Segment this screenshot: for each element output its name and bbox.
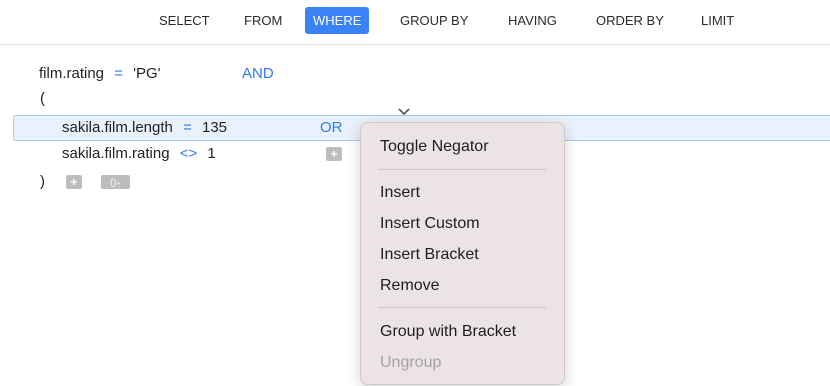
chevron-down-icon[interactable] [397, 107, 411, 117]
condition-field[interactable]: sakila.film.length [62, 119, 173, 136]
tab-where[interactable]: WHERE [305, 7, 370, 34]
add-bracket-button[interactable]: ()₊ [101, 175, 130, 189]
condition-row[interactable]: film.rating = 'PG' [39, 63, 161, 85]
tab-order-by[interactable]: ORDER BY [588, 7, 672, 34]
tab-from[interactable]: FROM [236, 7, 290, 34]
menu-item-insert-bracket[interactable]: Insert Bracket [380, 244, 479, 266]
tab-having[interactable]: HAVING [500, 7, 565, 34]
condition-field[interactable]: film.rating [39, 65, 104, 82]
close-bracket[interactable]: ) [40, 171, 45, 193]
condition-value[interactable]: 1 [207, 145, 215, 162]
menu-item-insert-custom[interactable]: Insert Custom [380, 213, 480, 235]
logic-operator-or[interactable]: OR [320, 117, 343, 139]
tab-limit[interactable]: LIMIT [693, 7, 742, 34]
condition-operator[interactable]: = [183, 119, 192, 136]
menu-item-ungroup: Ungroup [380, 354, 442, 371]
tab-select[interactable]: SELECT [151, 7, 218, 34]
condition-field[interactable]: sakila.film.rating [62, 145, 170, 162]
add-condition-button[interactable]: + [326, 147, 342, 161]
menu-item-remove[interactable]: Remove [380, 275, 440, 297]
tab-group-by[interactable]: GROUP BY [392, 7, 476, 34]
condition-operator[interactable]: = [114, 65, 123, 82]
open-bracket[interactable]: ( [40, 88, 45, 110]
clause-tab-bar: SELECT FROM WHERE GROUP BY HAVING ORDER … [0, 0, 830, 45]
menu-item-toggle-negator[interactable]: Toggle Negator [380, 136, 489, 158]
menu-item-group-with-bracket[interactable]: Group with Bracket [380, 321, 516, 343]
condition-value[interactable]: 'PG' [133, 65, 160, 82]
condition-row[interactable]: sakila.film.length = 135 [62, 117, 227, 139]
menu-separator [378, 169, 546, 170]
menu-separator [378, 307, 546, 308]
add-condition-button[interactable]: + [66, 175, 82, 189]
condition-row[interactable]: sakila.film.rating <> 1 [62, 143, 216, 165]
condition-value[interactable]: 135 [202, 119, 227, 136]
condition-operator[interactable]: <> [180, 145, 198, 162]
logic-operator-and[interactable]: AND [242, 63, 274, 85]
context-menu: Toggle Negator Insert Insert Custom Inse… [360, 122, 565, 385]
menu-item-insert[interactable]: Insert [380, 182, 420, 204]
